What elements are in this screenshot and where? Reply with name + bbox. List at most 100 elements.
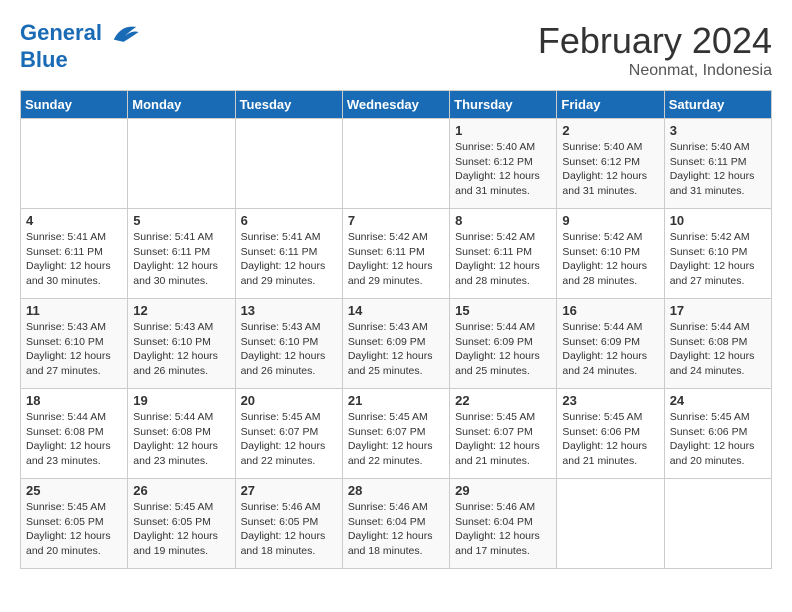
day-info: Sunrise: 5:45 AM Sunset: 6:05 PM Dayligh… [26, 500, 122, 559]
calendar-cell [664, 479, 771, 569]
day-number: 11 [26, 303, 122, 318]
day-number: 10 [670, 213, 766, 228]
calendar-cell: 19 Sunrise: 5:44 AM Sunset: 6:08 PM Dayli… [128, 389, 235, 479]
day-number: 18 [26, 393, 122, 408]
calendar-cell: 11Sunrise: 5:43 AM Sunset: 6:10 PM Dayli… [21, 299, 128, 389]
calendar-cell: 26 Sunrise: 5:45 AM Sunset: 6:05 PM Dayli… [128, 479, 235, 569]
day-header-monday: Monday [128, 91, 235, 119]
calendar-cell: 16 Sunrise: 5:44 AM Sunset: 6:09 PM Dayli… [557, 299, 664, 389]
calendar-cell: 12 Sunrise: 5:43 AM Sunset: 6:10 PM Dayli… [128, 299, 235, 389]
location-subtitle: Neonmat, Indonesia [538, 62, 772, 80]
day-number: 1 [455, 123, 551, 138]
day-info: Sunrise: 5:42 AM Sunset: 6:11 PM Dayligh… [348, 230, 444, 289]
day-info: Sunrise: 5:40 AM Sunset: 6:11 PM Dayligh… [670, 140, 766, 199]
day-number: 17 [670, 303, 766, 318]
day-number: 21 [348, 393, 444, 408]
calendar-cell: 3 Sunrise: 5:40 AM Sunset: 6:11 PM Daylig… [664, 119, 771, 209]
day-info: Sunrise: 5:45 AM Sunset: 6:05 PM Dayligh… [133, 500, 229, 559]
day-info: Sunrise: 5:45 AM Sunset: 6:07 PM Dayligh… [241, 410, 337, 469]
day-number: 2 [562, 123, 658, 138]
day-number: 5 [133, 213, 229, 228]
day-info: Sunrise: 5:40 AM Sunset: 6:12 PM Dayligh… [562, 140, 658, 199]
day-number: 27 [241, 483, 337, 498]
day-number: 14 [348, 303, 444, 318]
day-number: 16 [562, 303, 658, 318]
day-header-saturday: Saturday [664, 91, 771, 119]
logo-general: General [20, 20, 102, 45]
day-info: Sunrise: 5:45 AM Sunset: 6:07 PM Dayligh… [455, 410, 551, 469]
calendar-cell: 17 Sunrise: 5:44 AM Sunset: 6:08 PM Dayli… [664, 299, 771, 389]
day-info: Sunrise: 5:42 AM Sunset: 6:11 PM Dayligh… [455, 230, 551, 289]
calendar-week-row: 1 Sunrise: 5:40 AM Sunset: 6:12 PM Daylig… [21, 119, 772, 209]
calendar-cell: 21 Sunrise: 5:45 AM Sunset: 6:07 PM Dayli… [342, 389, 449, 479]
calendar-week-row: 25 Sunrise: 5:45 AM Sunset: 6:05 PM Dayli… [21, 479, 772, 569]
calendar-cell: 6Sunrise: 5:41 AM Sunset: 6:11 PM Daylig… [235, 209, 342, 299]
calendar-cell: 9 Sunrise: 5:42 AM Sunset: 6:10 PM Daylig… [557, 209, 664, 299]
calendar-cell [235, 119, 342, 209]
logo-blue: Blue [20, 48, 140, 72]
day-number: 23 [562, 393, 658, 408]
day-info: Sunrise: 5:44 AM Sunset: 6:09 PM Dayligh… [562, 320, 658, 379]
day-info: Sunrise: 5:41 AM Sunset: 6:11 PM Dayligh… [133, 230, 229, 289]
calendar-week-row: 11 Sunrise: 5:43 AM Sunset: 6:10 PM Dayli… [21, 299, 772, 389]
day-number: 25 [26, 483, 122, 498]
day-info: Sunrise: 5:41 AM Sunset: 6:11 PM Dayligh… [26, 230, 122, 289]
page-header: General Blue February 2024 Neonmat, Indo… [20, 20, 772, 80]
day-info: Sunrise: 5:44 AM Sunset: 6:08 PM Dayligh… [133, 410, 229, 469]
calendar-cell: 20 Sunrise: 5:45 AM Sunset: 6:07 PM Dayli… [235, 389, 342, 479]
calendar-week-row: 4 Sunrise: 5:41 AM Sunset: 6:11 PM Daylig… [21, 209, 772, 299]
calendar-cell: 27 Sunrise: 5:46 AM Sunset: 6:05 PM Dayli… [235, 479, 342, 569]
day-info: Sunrise: 5:44 AM Sunset: 6:09 PM Dayligh… [455, 320, 551, 379]
title-block: February 2024 Neonmat, Indonesia [538, 20, 772, 80]
day-number: 26 [133, 483, 229, 498]
calendar-cell: 22 Sunrise: 5:45 AM Sunset: 6:07 PM Dayli… [450, 389, 557, 479]
day-info: Sunrise: 5:44 AM Sunset: 6:08 PM Dayligh… [26, 410, 122, 469]
calendar-cell [342, 119, 449, 209]
day-number: 20 [241, 393, 337, 408]
calendar-cell: 24 Sunrise: 5:45 AM Sunset: 6:06 PM Dayli… [664, 389, 771, 479]
calendar-cell: 13Sunrise: 5:43 AM Sunset: 6:10 PM Dayli… [235, 299, 342, 389]
day-number: 13 [241, 303, 337, 318]
day-header-thursday: Thursday [450, 91, 557, 119]
day-number: 22 [455, 393, 551, 408]
calendar-cell: 8Sunrise: 5:42 AM Sunset: 6:11 PM Daylig… [450, 209, 557, 299]
day-number: 12 [133, 303, 229, 318]
calendar-cell: 10 Sunrise: 5:42 AM Sunset: 6:10 PM Dayli… [664, 209, 771, 299]
day-header-sunday: Sunday [21, 91, 128, 119]
day-info: Sunrise: 5:46 AM Sunset: 6:05 PM Dayligh… [241, 500, 337, 559]
day-number: 28 [348, 483, 444, 498]
day-info: Sunrise: 5:42 AM Sunset: 6:10 PM Dayligh… [670, 230, 766, 289]
day-info: Sunrise: 5:46 AM Sunset: 6:04 PM Dayligh… [455, 500, 551, 559]
day-number: 6 [241, 213, 337, 228]
logo-text: General [20, 20, 140, 48]
calendar-table: SundayMondayTuesdayWednesdayThursdayFrid… [20, 90, 772, 569]
day-header-tuesday: Tuesday [235, 91, 342, 119]
calendar-cell [557, 479, 664, 569]
calendar-cell: 28 Sunrise: 5:46 AM Sunset: 6:04 PM Dayli… [342, 479, 449, 569]
day-number: 24 [670, 393, 766, 408]
calendar-cell: 5 Sunrise: 5:41 AM Sunset: 6:11 PM Daylig… [128, 209, 235, 299]
day-info: Sunrise: 5:45 AM Sunset: 6:07 PM Dayligh… [348, 410, 444, 469]
day-info: Sunrise: 5:42 AM Sunset: 6:10 PM Dayligh… [562, 230, 658, 289]
calendar-week-row: 18 Sunrise: 5:44 AM Sunset: 6:08 PM Dayli… [21, 389, 772, 479]
day-info: Sunrise: 5:40 AM Sunset: 6:12 PM Dayligh… [455, 140, 551, 199]
day-number: 29 [455, 483, 551, 498]
day-number: 9 [562, 213, 658, 228]
day-number: 19 [133, 393, 229, 408]
day-info: Sunrise: 5:46 AM Sunset: 6:04 PM Dayligh… [348, 500, 444, 559]
day-number: 4 [26, 213, 122, 228]
day-info: Sunrise: 5:43 AM Sunset: 6:10 PM Dayligh… [133, 320, 229, 379]
month-title: February 2024 [538, 20, 772, 62]
calendar-cell: 2 Sunrise: 5:40 AM Sunset: 6:12 PM Daylig… [557, 119, 664, 209]
calendar-cell: 18 Sunrise: 5:44 AM Sunset: 6:08 PM Dayli… [21, 389, 128, 479]
day-number: 3 [670, 123, 766, 138]
day-info: Sunrise: 5:45 AM Sunset: 6:06 PM Dayligh… [670, 410, 766, 469]
calendar-cell: 14 Sunrise: 5:43 AM Sunset: 6:09 PM Dayli… [342, 299, 449, 389]
day-info: Sunrise: 5:43 AM Sunset: 6:09 PM Dayligh… [348, 320, 444, 379]
day-number: 15 [455, 303, 551, 318]
calendar-cell: 29 Sunrise: 5:46 AM Sunset: 6:04 PM Dayli… [450, 479, 557, 569]
day-info: Sunrise: 5:44 AM Sunset: 6:08 PM Dayligh… [670, 320, 766, 379]
day-header-wednesday: Wednesday [342, 91, 449, 119]
logo: General Blue [20, 20, 140, 72]
calendar-cell [128, 119, 235, 209]
